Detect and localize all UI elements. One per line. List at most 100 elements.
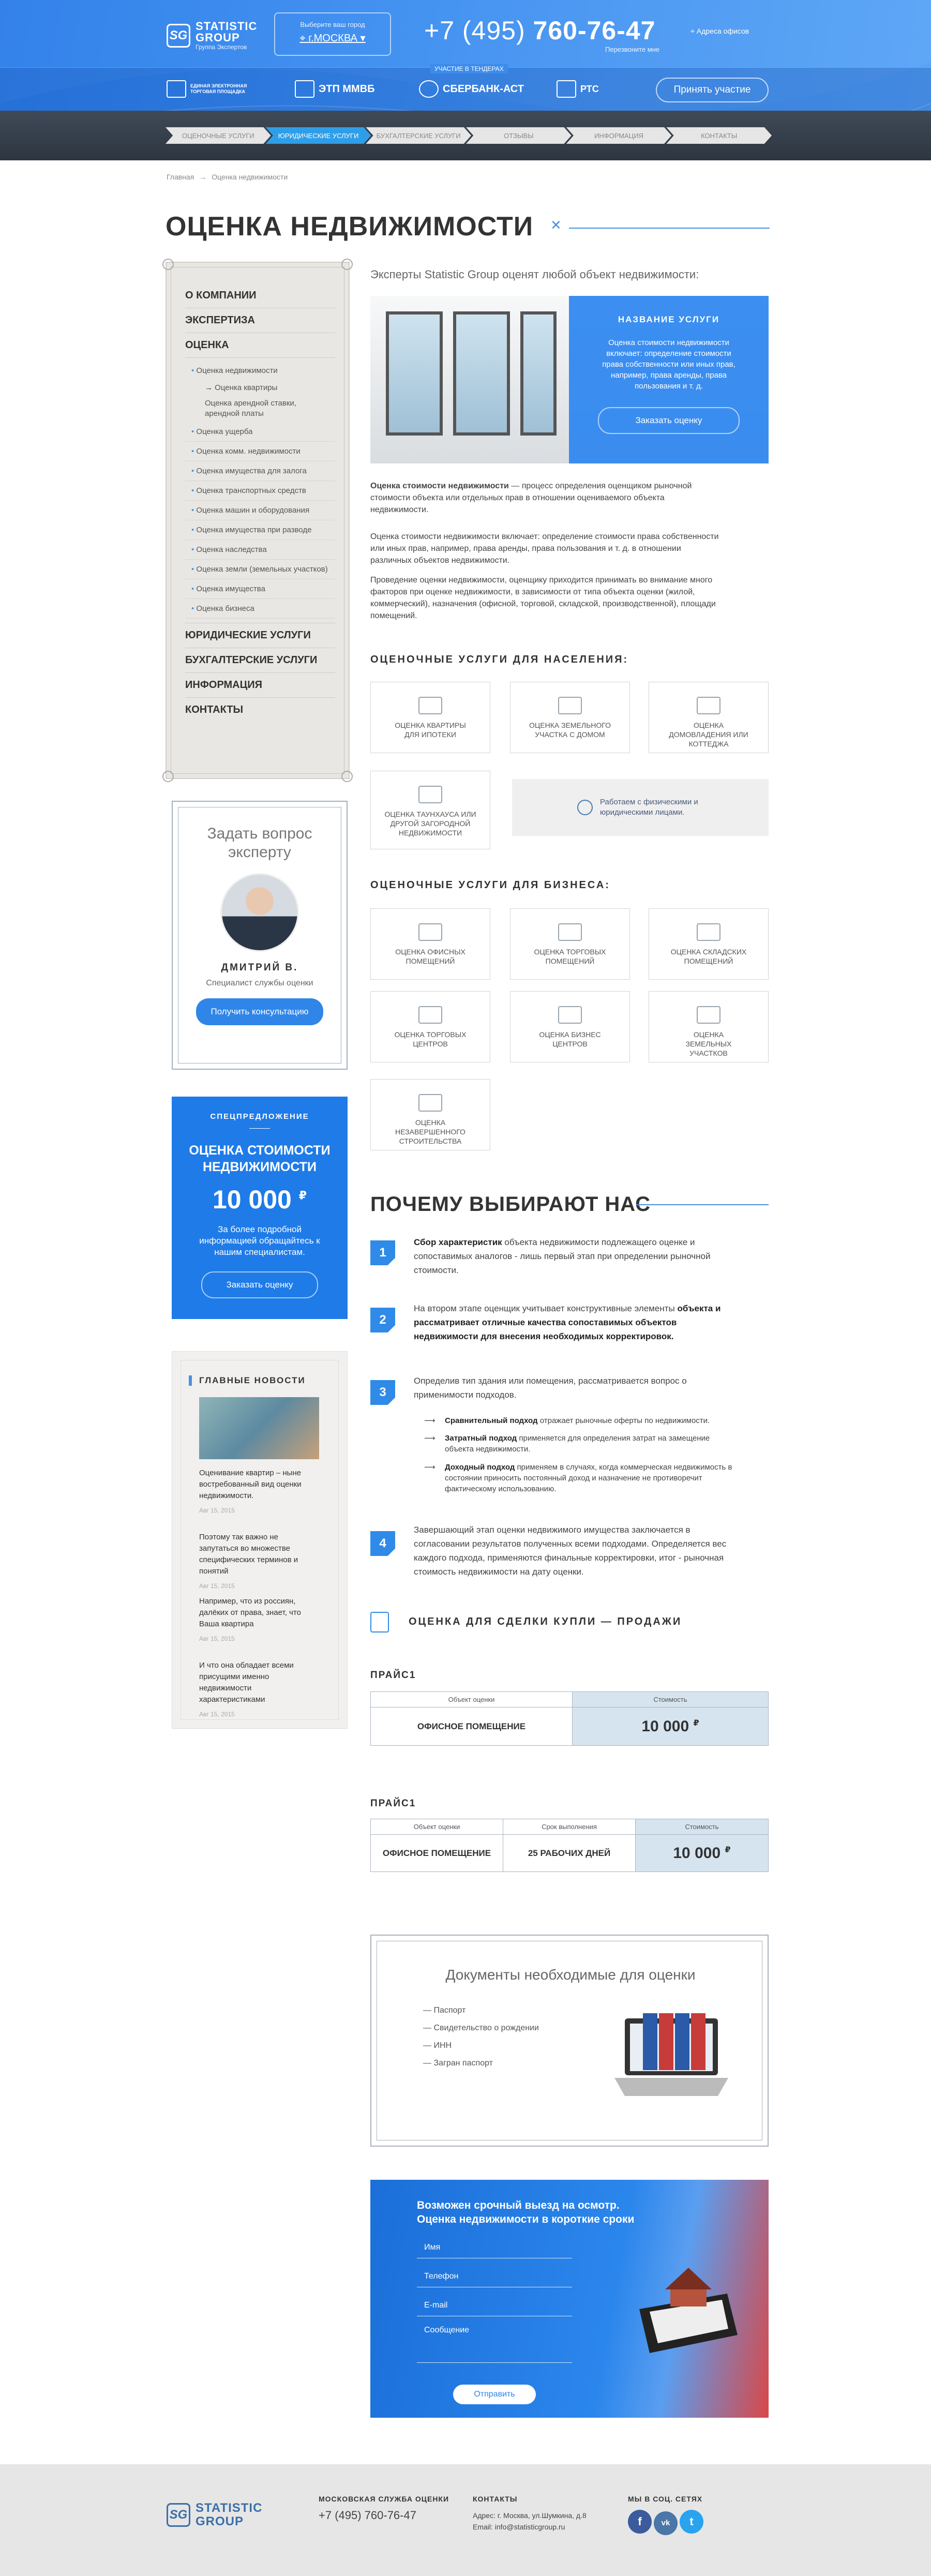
service-card[interactable]: ОЦЕНКА ТАУНХАУСА ИЛИ ДРУГОЙ ЗАГОРОДНОЙ Н… — [370, 771, 490, 849]
sidebar-menu: О КОМПАНИИ ЭКСПЕРТИЗА ОЦЕНКА Оценка недв… — [162, 259, 353, 782]
approach-item: ⟶ Затратный подход применяется для опреде… — [424, 1433, 734, 1455]
news-image[interactable] — [199, 1397, 319, 1459]
email-field[interactable]: E-mail — [417, 2299, 572, 2316]
service-card[interactable]: ОЦЕНКА КВАРТИРЫ ДЛЯ ИПОТЕКИ — [370, 682, 490, 753]
partner-logo-eetp[interactable]: ЕДИНАЯ ЭЛЕКТРОННАЯ ТОРГОВАЯ ПЛОЩАДКА — [167, 79, 252, 99]
breadcrumb-current: Оценка недвижимости — [212, 173, 288, 181]
hero-order-button[interactable]: Заказать оценку — [598, 407, 740, 434]
approach-name: Затратный подход — [445, 1434, 517, 1443]
sidebar-sub-item[interactable]: Оценка ущерба — [185, 422, 335, 442]
offices-link[interactable]: ⌖ Адреса офисов — [690, 27, 749, 36]
footer-email[interactable]: Email: info@statisticgroup.ru — [473, 2521, 587, 2533]
sidebar-sub-item[interactable]: Оценка земли (земельных участков) — [185, 560, 335, 579]
footer-col-title: МЫ В СОЦ. СЕТЯХ — [628, 2495, 703, 2503]
why-step-text: Определив тип здания или помещения, расс… — [414, 1376, 687, 1400]
sidebar-sub-item[interactable]: Оценка машин и оборудования — [185, 501, 335, 520]
sidebar-item-contacts[interactable]: КОНТАКТЫ — [185, 698, 335, 722]
title-underline — [636, 1204, 769, 1205]
sidebar-sub-item-active[interactable]: Оценка квартиры — [185, 380, 335, 395]
news-item[interactable]: Например, что из россиян, далёких от пра… — [199, 1596, 319, 1644]
hero-title: НАЗВАНИЕ УСЛУГИ — [618, 314, 720, 324]
step-valuation[interactable]: ОЦЕНОЧНЫЕ УСЛУГИ — [166, 127, 271, 144]
footer-phone[interactable]: +7 (495) 760-76-47 — [319, 2509, 416, 2522]
service-card[interactable]: ОЦЕНКА ДОМОВЛАДЕНИЯ ИЛИ КОТТЕДЖА — [649, 682, 769, 753]
facebook-icon[interactable]: f — [628, 2510, 652, 2534]
col-header: Объект оценки — [370, 1691, 573, 1708]
document-item: — ИНН — [423, 2041, 452, 2050]
callback-link[interactable]: Перезвоните мне — [605, 46, 659, 53]
partner-logo-rts[interactable]: РТС — [557, 79, 599, 99]
partner-logo-sberbank[interactable]: СБЕРБАНК-АСТ — [419, 79, 524, 99]
name-field[interactable]: Имя — [417, 2241, 572, 2258]
news-item[interactable]: Оценивание квартир – ныне востребованный… — [199, 1467, 319, 1516]
footer-col-service: МОСКОВСКАЯ СЛУЖБА ОЦЕНКИ +7 (495) 760-76-… — [319, 2493, 449, 2522]
col-header: Стоимость — [572, 1691, 769, 1708]
news-text: Оценивание квартир – ныне востребованный… — [199, 1469, 302, 1500]
phone-field[interactable]: Телефон — [417, 2270, 572, 2287]
sidebar-item-accounting[interactable]: БУХГАЛТЕРСКИЕ УСЛУГИ — [185, 648, 335, 673]
widget-frame — [178, 807, 341, 1064]
arrow-right-icon: ⟶ — [424, 1416, 436, 1425]
footer-logo[interactable]: SG STATISTIC GROUP — [167, 2502, 263, 2528]
service-card[interactable]: ОЦЕНКА БИЗНЕС ЦЕНТРОВ — [510, 991, 630, 1062]
service-card[interactable]: ОЦЕНКА СКЛАДСКИХ ПОМЕЩЕНИЙ — [649, 908, 769, 980]
currency-icon: ₽ — [298, 1189, 307, 1202]
sidebar-sub-item[interactable]: Оценка бизнеса — [185, 599, 335, 619]
sidebar-sub-item[interactable]: Оценка наследства — [185, 540, 335, 560]
site-logo[interactable]: SG STATISTIC GROUP Группа Экспертов — [167, 20, 258, 51]
sidebar-sub-item[interactable]: Оценка недвижимости — [185, 358, 335, 380]
breadcrumb: Главная → Оценка недвижимости — [167, 173, 288, 181]
service-card[interactable]: ОЦЕНКА ЗЕМЕЛЬНЫХ УЧАСТКОВ — [649, 991, 769, 1062]
sidebar-sub-item[interactable]: Оценка арендной ставки, арендной платы — [185, 395, 335, 422]
footer-address: Адрес: г. Москва, ул.Шумкина, д.8 — [473, 2511, 587, 2520]
send-button[interactable]: Отправить — [453, 2385, 536, 2404]
card-label: ОЦЕНКА ЗЕМЕЛЬНОГО УЧАСТКА С ДОМОМ — [529, 721, 611, 739]
house-icon — [697, 697, 720, 714]
sidebar-sub-item[interactable]: Оценка имущества при разводе — [185, 520, 335, 540]
service-card[interactable]: ОЦЕНКА ОФИСНЫХ ПОМЕЩЕНИЙ — [370, 908, 490, 980]
header-phone[interactable]: +7 (495) 760-76-47 — [424, 16, 656, 46]
logo-name: STATISTIC GROUP — [196, 20, 258, 44]
news-item[interactable]: И что она обладает всеми присущими именн… — [199, 1660, 319, 1720]
service-card[interactable]: ОЦЕНКА ЗЕМЕЛЬНОГО УЧАСТКА С ДОМОМ — [510, 682, 630, 753]
ornament-corner — [341, 771, 353, 782]
sidebar-sub-item[interactable]: Оценка имущества — [185, 579, 335, 599]
news-item[interactable]: Поэтому так важно не запутаться во множе… — [199, 1532, 319, 1592]
step-number: 4 — [370, 1531, 395, 1556]
footer-col-title: МОСКОВСКАЯ СЛУЖБА ОЦЕНКИ — [319, 2495, 449, 2503]
sidebar-item-valuation[interactable]: ОЦЕНКА — [185, 333, 335, 358]
step-reviews[interactable]: ОТЗЫВЫ — [466, 127, 572, 144]
sidebar-item-legal[interactable]: ЮРИДИЧЕСКИЕ УСЛУГИ — [185, 623, 335, 648]
why-step-text: На втором этапе оценщик учитывает констр… — [414, 1301, 734, 1343]
order-valuation-button[interactable]: Заказать оценку — [201, 1271, 318, 1298]
sidebar-sub-item[interactable]: Оценка транспортных средств — [185, 481, 335, 501]
step-accounting[interactable]: БУХГАЛТЕРСКИЕ УСЛУГИ — [366, 127, 472, 144]
col-header: Объект оценки — [370, 1819, 503, 1835]
service-card[interactable]: ОЦЕНКА НЕЗАВЕРШЕННОГО СТРОИТЕЛЬСТВА — [370, 1079, 490, 1150]
message-field[interactable]: Сообщение — [417, 2324, 572, 2363]
vk-icon[interactable]: vk — [654, 2511, 678, 2535]
sidebar-item-expertise[interactable]: ЭКСПЕРТИЗА — [185, 308, 335, 333]
step-info[interactable]: ИНФОРМАЦИЯ — [566, 127, 672, 144]
sidebar-item-about[interactable]: О КОМПАНИИ — [185, 283, 335, 308]
service-card[interactable]: ОЦЕНКА ТОРГОВЫХ ПОМЕЩЕНИЙ — [510, 908, 630, 980]
offer-divider — [249, 1128, 270, 1129]
city-selector[interactable]: Выберите ваш город ⌖ г.МОСКВА ▾ — [274, 12, 391, 56]
sidebar-sub-item[interactable]: Оценка имущества для залога — [185, 461, 335, 481]
news-date: Авг 15, 2015 — [199, 1711, 235, 1718]
step-legal[interactable]: ЮРИДИЧЕСКИЕ УСЛУГИ — [265, 127, 371, 144]
partner-logo-mmvb[interactable]: ЭТП ММВБ — [295, 79, 375, 99]
participate-button[interactable]: Принять участие — [656, 78, 769, 102]
twitter-icon[interactable]: t — [680, 2510, 703, 2534]
card-label: ОЦЕНКА ТОРГОВЫХ ЦЕНТРОВ — [394, 1030, 467, 1048]
sidebar-sub-item[interactable]: Оценка комм. недвижимости — [185, 442, 335, 461]
breadcrumb-home[interactable]: Главная — [167, 173, 194, 181]
partner-name: ЕДИНАЯ ЭЛЕКТРОННАЯ ТОРГОВАЯ ПЛОЩАДКА — [190, 83, 247, 94]
services-steps-nav: ОЦЕНОЧНЫЕ УСЛУГИ ЮРИДИЧЕСКИЕ УСЛУГИ БУХГ… — [166, 127, 772, 144]
offer-price: 10 000 ₽ — [172, 1185, 348, 1215]
sidebar-item-info[interactable]: ИНФОРМАЦИЯ — [185, 673, 335, 698]
townhouse-icon — [418, 786, 442, 803]
land-icon — [697, 1006, 720, 1024]
service-card[interactable]: ОЦЕНКА ТОРГОВЫХ ЦЕНТРОВ — [370, 991, 490, 1062]
step-contacts[interactable]: КОНТАКТЫ — [666, 127, 772, 144]
